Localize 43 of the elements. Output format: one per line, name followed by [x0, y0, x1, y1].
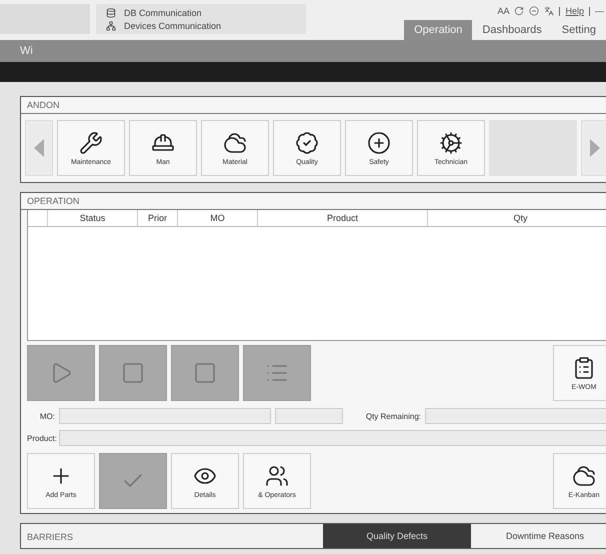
scroll-right-button[interactable] [581, 120, 606, 176]
refresh-icon [514, 6, 524, 16]
minus-circle-icon [529, 6, 540, 16]
qty-field[interactable] [425, 408, 606, 424]
plus-circle-icon [367, 130, 391, 154]
mo-extra-field[interactable] [275, 408, 343, 424]
clipboard-icon [572, 356, 596, 380]
left-arrow-icon [34, 139, 44, 157]
column-header: Prior [138, 210, 178, 226]
toolbar-text[interactable]: — [595, 6, 604, 16]
nav-tab[interactable]: Setting [552, 20, 606, 40]
toolbar-text[interactable]: AA [497, 6, 510, 16]
field-label: MO: [38, 412, 55, 420]
cloud-icon [223, 130, 247, 154]
network-icon [106, 20, 116, 30]
barrier-tab[interactable]: Downtime Reasons [471, 524, 606, 548]
translate-icon [544, 6, 554, 16]
database-icon [106, 8, 116, 18]
field-label: Product: [27, 434, 55, 442]
gear-icon [439, 130, 463, 154]
column-header: Qty [428, 210, 606, 226]
nav-tab[interactable]: Dashboards [472, 20, 552, 40]
right-arrow-icon [590, 139, 600, 157]
column-header: Product [258, 210, 428, 226]
panel-title: ANDON [21, 97, 606, 114]
mo-field[interactable] [59, 408, 271, 424]
field-label: Qty Remaining: [364, 412, 421, 420]
cloud-icon [572, 464, 596, 488]
column-header: Status [48, 210, 138, 226]
people-icon [265, 464, 289, 488]
square-icon [193, 361, 217, 385]
square-icon [121, 361, 145, 385]
wrench-icon [79, 130, 103, 154]
column-header: MO [178, 210, 258, 226]
header-link[interactable]: Devices Communication [106, 20, 306, 30]
scroll-left-button[interactable] [25, 120, 53, 176]
barrier-tab[interactable]: Quality Defects [323, 524, 471, 548]
help-link[interactable]: Help [565, 6, 584, 16]
product-field[interactable] [59, 430, 606, 446]
check-badge-icon [295, 130, 319, 154]
bar-title: Wi [20, 45, 33, 57]
header-link[interactable]: DB Communication [106, 8, 306, 18]
panel-title: BARRIERS [26, 531, 74, 544]
